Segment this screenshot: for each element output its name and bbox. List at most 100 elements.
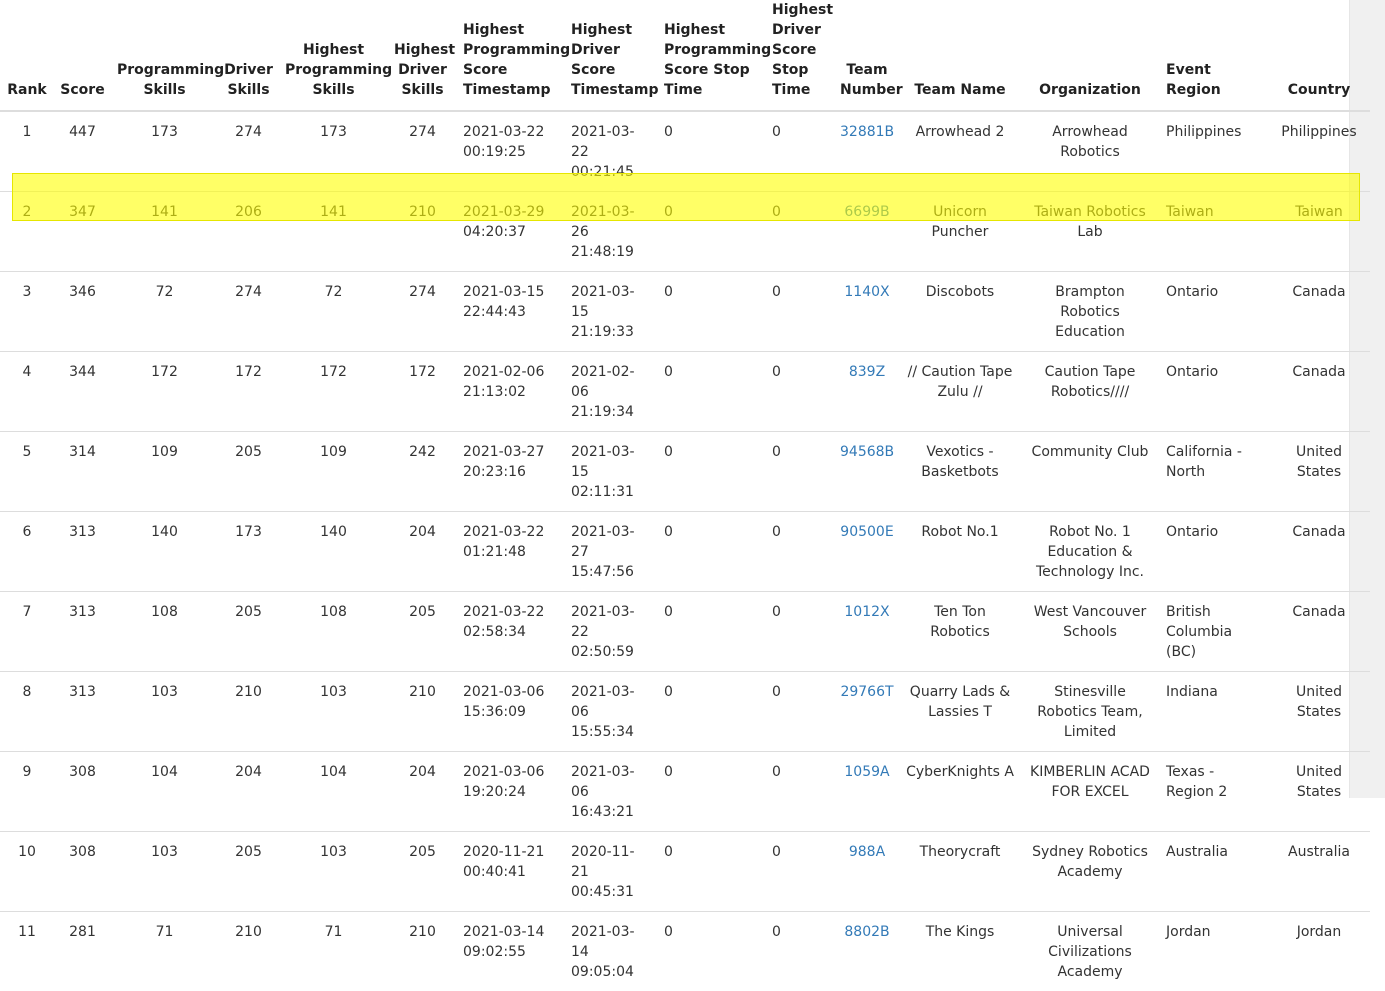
score-cell: 447 bbox=[54, 111, 111, 192]
programming-skills-cell: 141 bbox=[111, 192, 218, 272]
team-name-cell: CyberKnights A bbox=[900, 752, 1020, 832]
rank-cell: 4 bbox=[0, 352, 54, 432]
event-region-cell: British Columbia (BC) bbox=[1160, 592, 1268, 672]
col-header-team-number[interactable]: Team Number bbox=[834, 0, 900, 111]
organization-cell: Arrowhead Robotics bbox=[1020, 111, 1160, 192]
programming-stop-time-cell: 0 bbox=[658, 111, 766, 192]
highest-programming-cell: 103 bbox=[279, 672, 388, 752]
team-number-link[interactable]: 988A bbox=[849, 844, 885, 860]
event-region-cell: California - North bbox=[1160, 432, 1268, 512]
highest-programming-cell: 141 bbox=[279, 192, 388, 272]
programming-timestamp-cell: 2021-03-15 22:44:43 bbox=[457, 272, 565, 352]
col-header-driver-skills[interactable]: Driver Skills bbox=[218, 0, 279, 111]
driver-skills-cell: 205 bbox=[218, 592, 279, 672]
driver-timestamp-cell: 2020-11-21 00:45:31 bbox=[565, 832, 658, 912]
driver-skills-cell: 173 bbox=[218, 512, 279, 592]
driver-timestamp-cell: 2021-03-14 09:05:04 bbox=[565, 912, 658, 991]
highest-programming-cell: 103 bbox=[279, 832, 388, 912]
highest-driver-cell: 274 bbox=[388, 111, 457, 192]
organization-cell: KIMBERLIN ACAD FOR EXCEL bbox=[1020, 752, 1160, 832]
team-name-cell: // Caution Tape Zulu // bbox=[900, 352, 1020, 432]
team-number-link[interactable]: 29766T bbox=[840, 684, 893, 700]
driver-stop-time-cell: 0 bbox=[766, 512, 834, 592]
programming-timestamp-cell: 2021-03-22 00:19:25 bbox=[457, 111, 565, 192]
country-cell: United States bbox=[1268, 672, 1370, 752]
rank-cell: 2 bbox=[0, 192, 54, 272]
team-number-link[interactable]: 1059A bbox=[844, 764, 889, 780]
highest-programming-cell: 140 bbox=[279, 512, 388, 592]
col-header-country[interactable]: Country bbox=[1268, 0, 1370, 111]
team-number-link[interactable]: 94568B bbox=[840, 444, 894, 460]
driver-stop-time-cell: 0 bbox=[766, 912, 834, 991]
col-header-highest-driver-timestamp[interactable]: Highest Driver Score Timestamp bbox=[565, 0, 658, 111]
programming-stop-time-cell: 0 bbox=[658, 192, 766, 272]
driver-timestamp-cell: 2021-03-15 21:19:33 bbox=[565, 272, 658, 352]
organization-cell: Universal Civilizations Academy bbox=[1020, 912, 1160, 991]
highest-programming-cell: 71 bbox=[279, 912, 388, 991]
programming-skills-cell: 72 bbox=[111, 272, 218, 352]
col-header-highest-programming-timestamp[interactable]: Highest Programming Score Timestamp bbox=[457, 0, 565, 111]
highest-programming-cell: 109 bbox=[279, 432, 388, 512]
col-header-rank[interactable]: Rank bbox=[0, 0, 54, 111]
country-cell: Australia bbox=[1268, 832, 1370, 912]
team-number-link[interactable]: 6699B bbox=[844, 204, 889, 220]
team-number-link[interactable]: 839Z bbox=[849, 364, 885, 380]
driver-skills-cell: 204 bbox=[218, 752, 279, 832]
programming-timestamp-cell: 2021-03-06 19:20:24 bbox=[457, 752, 565, 832]
event-region-cell: Ontario bbox=[1160, 352, 1268, 432]
col-header-highest-programming-skills[interactable]: Highest Programming Skills bbox=[279, 0, 388, 111]
programming-timestamp-cell: 2021-03-22 02:58:34 bbox=[457, 592, 565, 672]
col-header-highest-programming-stop-time[interactable]: Highest Programming Score Stop Time bbox=[658, 0, 766, 111]
team-name-cell: Unicorn Puncher bbox=[900, 192, 1020, 272]
event-region-cell: Philippines bbox=[1160, 111, 1268, 192]
team-number-link[interactable]: 90500E bbox=[840, 524, 893, 540]
team-name-cell: Vexotics - Basketbots bbox=[900, 432, 1020, 512]
driver-stop-time-cell: 0 bbox=[766, 832, 834, 912]
rank-cell: 1 bbox=[0, 111, 54, 192]
organization-cell: West Vancouver Schools bbox=[1020, 592, 1160, 672]
team-number-link[interactable]: 1140X bbox=[844, 284, 889, 300]
driver-timestamp-cell: 2021-03-27 15:47:56 bbox=[565, 512, 658, 592]
highest-programming-cell: 172 bbox=[279, 352, 388, 432]
team-number-link[interactable]: 1012X bbox=[844, 604, 889, 620]
programming-skills-cell: 103 bbox=[111, 672, 218, 752]
highest-driver-cell: 210 bbox=[388, 192, 457, 272]
col-header-highest-driver-stop-time[interactable]: Highest Driver Score Stop Time bbox=[766, 0, 834, 111]
programming-skills-cell: 103 bbox=[111, 832, 218, 912]
highest-driver-cell: 172 bbox=[388, 352, 457, 432]
rank-cell: 5 bbox=[0, 432, 54, 512]
table-row: 6 313 140 173 140 204 2021-03-22 01:21:4… bbox=[0, 512, 1370, 592]
programming-timestamp-cell: 2021-03-29 04:20:37 bbox=[457, 192, 565, 272]
col-header-event-region[interactable]: Event Region bbox=[1160, 0, 1268, 111]
score-cell: 346 bbox=[54, 272, 111, 352]
event-region-cell: Jordan bbox=[1160, 912, 1268, 991]
programming-timestamp-cell: 2020-11-21 00:40:41 bbox=[457, 832, 565, 912]
programming-stop-time-cell: 0 bbox=[658, 752, 766, 832]
col-header-organization[interactable]: Organization bbox=[1020, 0, 1160, 111]
driver-skills-cell: 274 bbox=[218, 111, 279, 192]
highest-driver-cell: 205 bbox=[388, 832, 457, 912]
driver-timestamp-cell: 2021-03-15 02:11:31 bbox=[565, 432, 658, 512]
score-cell: 314 bbox=[54, 432, 111, 512]
score-cell: 308 bbox=[54, 752, 111, 832]
col-header-team-name[interactable]: Team Name bbox=[900, 0, 1020, 111]
skills-standings-table: Rank Score Programming Skills Driver Ski… bbox=[0, 0, 1370, 991]
score-cell: 344 bbox=[54, 352, 111, 432]
driver-timestamp-cell: 2021-03-06 15:55:34 bbox=[565, 672, 658, 752]
programming-skills-cell: 172 bbox=[111, 352, 218, 432]
col-header-score[interactable]: Score bbox=[54, 0, 111, 111]
programming-timestamp-cell: 2021-02-06 21:13:02 bbox=[457, 352, 565, 432]
country-cell: Taiwan bbox=[1268, 192, 1370, 272]
programming-stop-time-cell: 0 bbox=[658, 592, 766, 672]
highest-programming-cell: 108 bbox=[279, 592, 388, 672]
event-region-cell: Texas - Region 2 bbox=[1160, 752, 1268, 832]
team-number-link[interactable]: 8802B bbox=[844, 924, 889, 940]
country-cell: Canada bbox=[1268, 512, 1370, 592]
programming-stop-time-cell: 0 bbox=[658, 352, 766, 432]
programming-timestamp-cell: 2021-03-22 01:21:48 bbox=[457, 512, 565, 592]
table-row: 10 308 103 205 103 205 2020-11-21 00:40:… bbox=[0, 832, 1370, 912]
col-header-highest-driver-skills[interactable]: Highest Driver Skills bbox=[388, 0, 457, 111]
driver-stop-time-cell: 0 bbox=[766, 432, 834, 512]
team-number-link[interactable]: 32881B bbox=[840, 124, 894, 140]
col-header-programming-skills[interactable]: Programming Skills bbox=[111, 0, 218, 111]
